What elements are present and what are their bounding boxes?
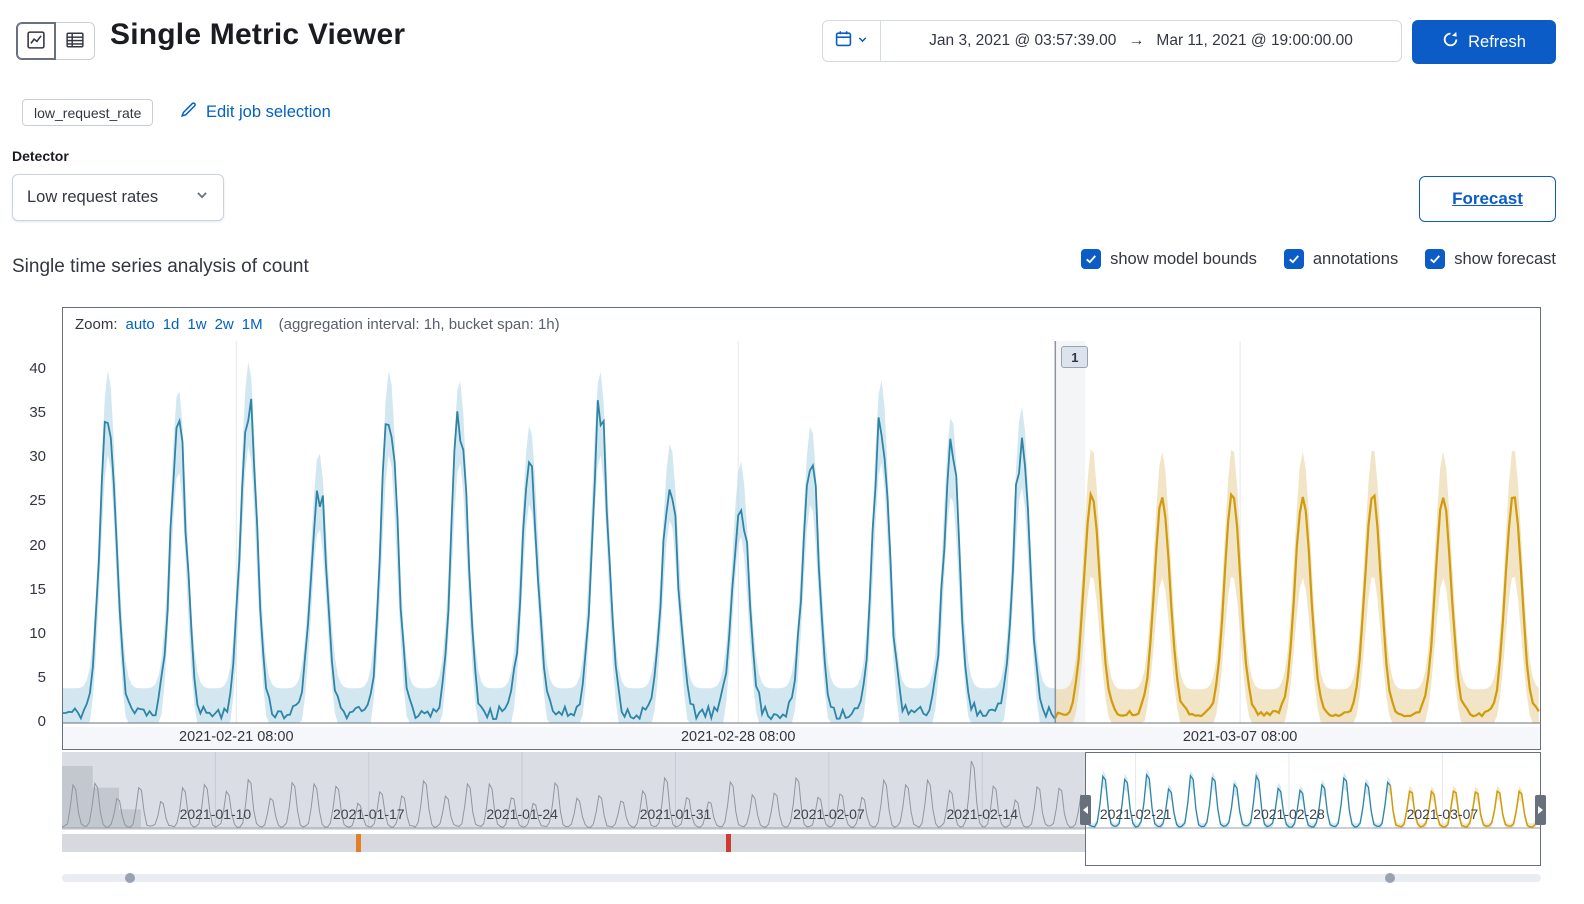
zoom-1M-link[interactable]: 1M (242, 316, 263, 333)
checkbox-checked-icon (1425, 249, 1446, 269)
checkbox-label: show forecast (1454, 249, 1556, 268)
start-date[interactable]: Jan 3, 2021 @ 03:57:39.00 (929, 32, 1116, 50)
brush-handle-right[interactable] (1534, 795, 1546, 825)
checkbox-label: annotations (1312, 249, 1399, 268)
job-badge[interactable]: low_request_rate (22, 99, 154, 126)
date-range-picker: Jan 3, 2021 @ 03:57:39.00 → Mar 11, 2021… (822, 20, 1402, 62)
refresh-label: Refresh (1468, 32, 1526, 51)
zoom-1d-link[interactable]: 1d (163, 316, 180, 333)
zoom-auto-link[interactable]: auto (126, 316, 155, 333)
time-selection-brush[interactable] (1080, 752, 1546, 866)
detector-select[interactable]: Low request rates (12, 174, 224, 221)
zoom-2w-link[interactable]: 2w (215, 316, 234, 333)
arrow-left-icon (1083, 806, 1089, 814)
checkbox-show-forecast[interactable]: show forecast (1425, 249, 1556, 269)
refresh-button[interactable]: Refresh (1412, 20, 1556, 64)
anomaly-marker[interactable] (726, 834, 732, 852)
checkbox-checked-icon (1081, 249, 1102, 269)
checkbox-checked-icon (1283, 249, 1304, 269)
date-range-values: Jan 3, 2021 @ 03:57:39.00 → Mar 11, 2021… (881, 21, 1401, 61)
anomaly-marker[interactable] (355, 834, 361, 852)
calendar-icon (835, 30, 852, 52)
arrow-right-icon (1537, 806, 1543, 814)
forecast-button[interactable]: Forecast (1419, 176, 1556, 222)
aggregation-note: (aggregation interval: 1h, bucket span: … (278, 316, 560, 333)
chart-view-toggle[interactable] (16, 22, 56, 60)
end-date[interactable]: Mar 11, 2021 @ 19:00:00.00 (1156, 32, 1352, 50)
table-view-toggle[interactable] (55, 22, 95, 60)
scrollbar-handle-left[interactable] (125, 873, 135, 883)
anomaly-swimlane[interactable] (62, 834, 1086, 852)
arrow-right-icon: → (1128, 32, 1145, 49)
edit-job-selection-link[interactable]: Edit job selection (180, 101, 331, 123)
page-title: Single Metric Viewer (110, 18, 406, 51)
analysis-title: Single time series analysis of count (12, 256, 309, 277)
chevron-down-icon (195, 188, 209, 207)
checkbox-label: show model bounds (1110, 249, 1257, 268)
main-chart-plot[interactable] (63, 341, 1540, 729)
chevron-down-icon (857, 32, 868, 50)
edit-job-selection-label: Edit job selection (206, 102, 331, 121)
y-axis-labels: 0 5 10 15 20 25 30 35 40 (29, 360, 46, 730)
checkbox-annotations[interactable]: annotations (1283, 249, 1399, 269)
annotation-marker[interactable]: 1 (1061, 346, 1089, 368)
checkbox-show-model-bounds[interactable]: show model bounds (1081, 249, 1257, 269)
detector-label: Detector (12, 148, 69, 164)
chart-scrollbar[interactable] (62, 873, 1541, 883)
detector-selected-value: Low request rates (27, 188, 159, 206)
zoom-label: Zoom: (75, 316, 118, 333)
context-chart-region: 2021-01-10 2021-01-17 2021-01-24 2021-01-31… (62, 752, 1546, 868)
chart-line-icon (27, 30, 45, 52)
chart-options-row: show model bounds annotations show forec… (1081, 249, 1556, 269)
view-toggle-group (16, 22, 95, 60)
zoom-controls: Zoom: auto 1d 1w 2w 1M (aggregation inte… (63, 308, 1540, 341)
refresh-icon (1442, 31, 1459, 53)
pencil-icon (180, 101, 197, 123)
calendar-dropdown-button[interactable] (823, 21, 881, 61)
zoom-1w-link[interactable]: 1w (187, 316, 206, 333)
x-axis-labels: 2021-02-21 08:00 2021-02-28 08:00 2021-03-… (63, 727, 1540, 749)
table-icon (66, 31, 84, 52)
brush-handle-left[interactable] (1080, 795, 1092, 825)
scrollbar-handle-right[interactable] (1385, 873, 1395, 883)
main-chart-box: Zoom: auto 1d 1w 2w 1M (aggregation inte… (62, 307, 1541, 750)
